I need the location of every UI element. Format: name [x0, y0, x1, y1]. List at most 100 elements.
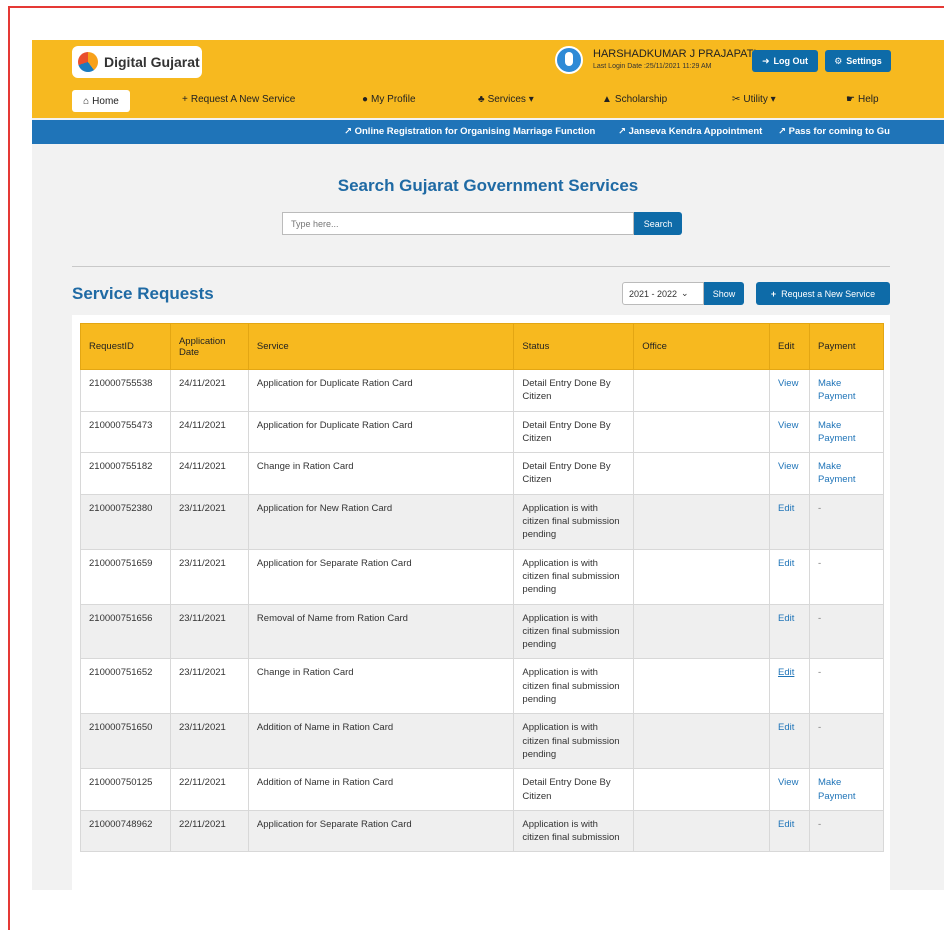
application-date-cell: 22/11/2021	[169, 768, 249, 811]
search-title: Search Gujarat Government Services	[337, 176, 639, 195]
nav-request-new-service[interactable]: + Request A New Service	[182, 94, 295, 105]
graduation-cap-icon: ▲	[602, 94, 612, 105]
nav-my-profile[interactable]: ● My Profile	[362, 94, 416, 105]
request-id-cell: 210000751650	[80, 713, 171, 770]
column-header: RequestID	[80, 323, 171, 370]
settings-button[interactable]: ⚙ Settings	[825, 50, 891, 72]
nav-scholarship[interactable]: ▲ Scholarship	[602, 94, 667, 105]
payment-link: -	[809, 713, 884, 770]
edit-link[interactable]: Edit	[769, 603, 810, 660]
page: Digital Gujarat HARSHADKUMAR J PRAJAPATI…	[32, 40, 944, 890]
status-cell: Detail Entry Done By Citizen	[513, 369, 635, 412]
edit-link[interactable]: View	[769, 768, 810, 811]
office-cell	[633, 658, 771, 715]
request-id-cell: 210000750125	[80, 768, 171, 811]
service-cell: Application for Duplicate Ration Card	[247, 410, 515, 454]
ticker-link[interactable]: ↗ Online Registration for Organising Mar…	[344, 126, 595, 137]
office-cell	[633, 369, 771, 412]
request-id-cell: 210000755538	[80, 369, 171, 412]
status-cell: Application is with citizen final submis…	[513, 658, 635, 715]
request-id-cell: 210000755473	[80, 410, 171, 454]
edit-link[interactable]: Edit	[769, 548, 810, 605]
search-button[interactable]: Search	[634, 212, 682, 235]
service-cell: Addition of Name in Ration Card	[247, 713, 515, 770]
table-row: 210000755473 24/11/2021 Application for Du…	[80, 410, 884, 454]
ticker-link[interactable]: ↗ Janseva Kendra Appointment	[618, 126, 762, 137]
status-cell: Application is with citizen final submis…	[513, 713, 635, 770]
application-date-cell: 24/11/2021	[169, 369, 249, 412]
nav-utility[interactable]: ✂ Utility ▾	[732, 94, 776, 105]
column-header: Status	[513, 323, 635, 370]
service-requests-table-card: RequestID Application Date Service Statu…	[72, 315, 890, 890]
request-id-cell: 210000751652	[80, 658, 171, 715]
edit-link[interactable]: View	[769, 410, 810, 454]
edit-link[interactable]: Edit	[769, 809, 810, 853]
service-cell: Application for Separate Ration Card	[247, 548, 515, 605]
application-date-cell: 23/11/2021	[169, 493, 249, 550]
request-id-cell: 210000751659	[80, 548, 171, 605]
chevron-down-icon: ⌄	[681, 288, 689, 298]
avatar[interactable]	[555, 46, 583, 74]
payment-link[interactable]: Make Payment	[809, 768, 884, 811]
top-header: Digital Gujarat HARSHADKUMAR J PRAJAPATI…	[32, 40, 944, 118]
table-row: 210000751656 23/11/2021 Removal of Name fr…	[80, 603, 884, 660]
news-ticker: ↗ Online Registration for Organising Mar…	[32, 120, 944, 144]
office-cell	[633, 713, 771, 770]
search-input[interactable]: Type here...	[282, 212, 634, 235]
user-icon: ●	[362, 94, 369, 105]
office-cell	[633, 768, 771, 811]
edit-link[interactable]: Edit	[769, 493, 810, 550]
office-cell	[633, 603, 771, 660]
request-new-service-button[interactable]: + Request a New Service	[756, 282, 890, 305]
edit-link[interactable]: Edit	[769, 713, 810, 770]
edit-link[interactable]: Edit	[769, 658, 810, 715]
application-date-cell: 23/11/2021	[169, 658, 249, 715]
home-icon: ⌂	[83, 95, 90, 107]
payment-link[interactable]: Make Payment	[809, 369, 884, 412]
office-cell	[633, 410, 771, 454]
payment-link[interactable]: Make Payment	[809, 410, 884, 454]
table-row: 210000748962 22/11/2021 Application for Se…	[80, 809, 884, 853]
office-cell	[633, 493, 771, 550]
show-button[interactable]: Show	[704, 282, 744, 305]
table-row: 210000752380 23/11/2021 Application for Ne…	[80, 493, 884, 550]
office-cell	[633, 809, 771, 853]
status-cell: Application is with citizen final submis…	[513, 493, 635, 550]
application-date-cell: 24/11/2021	[169, 410, 249, 454]
payment-link[interactable]: Make Payment	[809, 452, 884, 495]
edit-link[interactable]: View	[769, 369, 810, 412]
service-requests-table: RequestID Application Date Service Statu…	[80, 323, 884, 853]
table-row: 210000751659 23/11/2021 Application for Se…	[80, 548, 884, 605]
payment-link: -	[809, 809, 884, 853]
nav-home[interactable]: ⌂ Home	[72, 90, 130, 112]
status-cell: Application is with citizen final submis…	[513, 603, 635, 660]
status-cell: Application is with citizen final submis…	[513, 548, 635, 605]
logo[interactable]: Digital Gujarat	[72, 46, 202, 78]
service-cell: Change in Ration Card	[247, 658, 515, 715]
service-cell: Application for New Ration Card	[247, 493, 515, 550]
edit-link[interactable]: View	[769, 452, 810, 495]
logout-button[interactable]: ➜ Log Out	[752, 50, 818, 72]
service-cell: Change in Ration Card	[247, 452, 515, 495]
gear-icon: ⚙	[834, 55, 843, 66]
column-header: Service	[247, 323, 515, 370]
nav-help[interactable]: ☛ Help	[846, 94, 879, 105]
nav-services[interactable]: ♣ Services ▾	[478, 94, 534, 105]
office-cell	[633, 548, 771, 605]
table-row: 210000750125 22/11/2021 Addition of Name i…	[80, 768, 884, 811]
column-header: Office	[633, 323, 771, 370]
divider	[72, 266, 890, 267]
request-id-cell: 210000755182	[80, 452, 171, 495]
payment-link: -	[809, 603, 884, 660]
plus-icon: +	[770, 288, 777, 299]
year-select[interactable]: 2021 - 2022 ⌄	[622, 282, 704, 305]
office-cell	[633, 452, 771, 495]
table-row: 210000751650 23/11/2021 Addition of Name i…	[80, 713, 884, 770]
logo-text: Digital Gujarat	[104, 54, 200, 70]
ticker-link[interactable]: ↗ Pass for coming to Gu	[778, 126, 890, 137]
users-icon: ♣	[478, 94, 485, 105]
service-cell: Addition of Name in Ration Card	[247, 768, 515, 811]
logout-icon: ➜	[761, 55, 770, 66]
payment-link: -	[809, 548, 884, 605]
request-id-cell: 210000751656	[80, 603, 171, 660]
